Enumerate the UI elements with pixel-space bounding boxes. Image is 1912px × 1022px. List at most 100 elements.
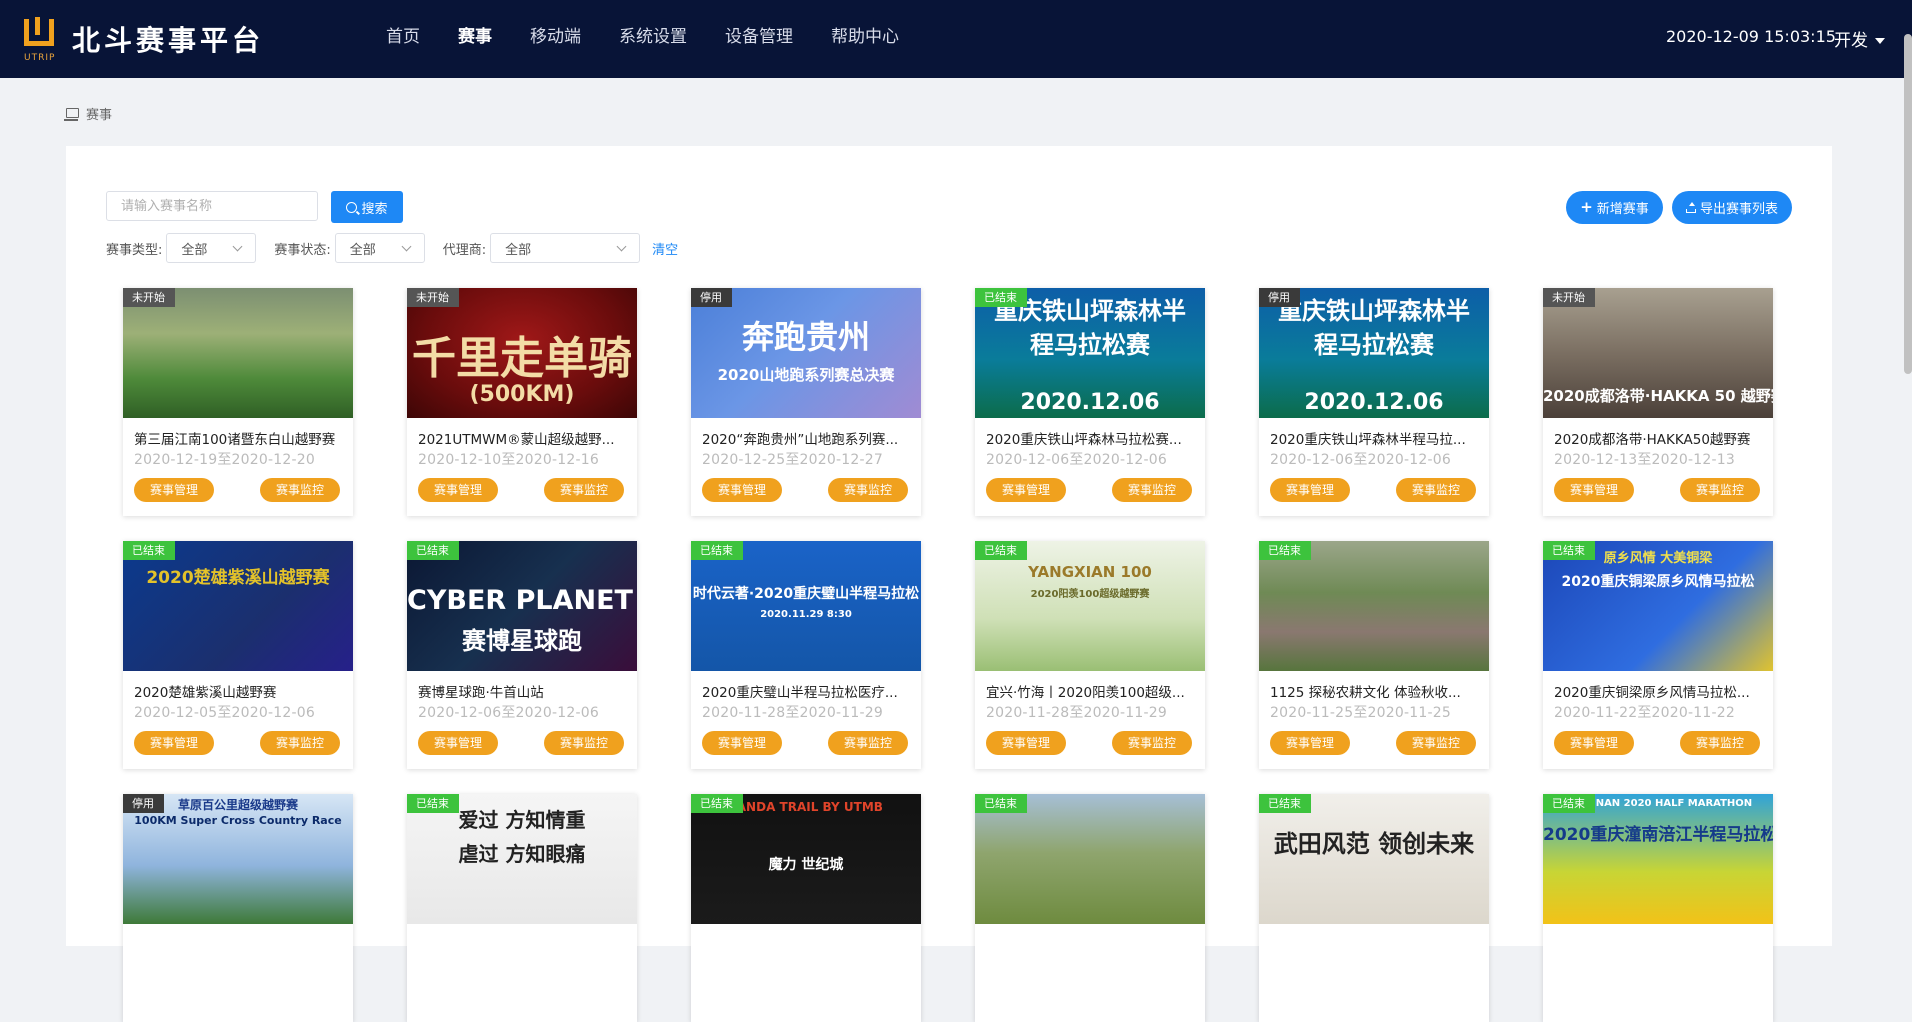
event-cover-image[interactable]: 已结束 武田风范 领创未来 [1259,794,1489,924]
event-cover-image[interactable]: 已结束 时代云著·2020重庆璧山半程马拉松 2020.11.29 8:30 [691,541,921,671]
agent-value: 全部 [505,242,532,258]
status-badge: 已结束 [123,541,175,560]
chevron-down-icon [401,241,412,251]
event-manage-button[interactable]: 赛事管理 [1554,731,1634,755]
clear-filters-link[interactable]: 清空 [652,239,678,258]
event-monitor-button[interactable]: 赛事监控 [544,731,624,755]
status-badge: 已结束 [975,541,1027,560]
event-cover-image[interactable]: 已结束 2020楚雄紫溪山越野赛 [123,541,353,671]
event-cover-image[interactable]: 未开始 2020成都洛带·HAKKA 50 越野赛 [1543,288,1773,418]
event-manage-button[interactable]: 赛事管理 [702,478,782,502]
event-name: 赛博星球跑·牛首山站 [418,685,544,701]
nav-item-5[interactable]: 帮助中心 [812,0,918,78]
nav-item-4[interactable]: 设备管理 [706,0,812,78]
nav-item-1[interactable]: 赛事 [439,0,511,78]
cover-subtitle: 魔力 世纪城 [768,857,844,873]
status-badge: 已结束 [975,288,1027,307]
status-badge: 已结束 [1543,541,1595,560]
event-manage-button[interactable]: 赛事管理 [418,478,498,502]
event-cover-image[interactable]: 已结束 [1259,541,1489,671]
event-manage-button[interactable]: 赛事管理 [702,731,782,755]
event-cover-image[interactable]: 已结束 YANGXIAN 100 2020阳羡100超级越野赛 [975,541,1205,671]
event-card: 已结束 2020楚雄紫溪山越野赛 2020楚雄紫溪山越野赛 2020-12-05至20… [123,541,353,769]
event-card: 停用 草原百公里超级越野赛 100KM Super Cross Country Ra… [123,794,353,1022]
event-cover-image[interactable]: 已结束 [975,794,1205,924]
event-type-select[interactable]: 全部 [166,233,257,263]
event-cover-image[interactable]: 已结束 PANDA TRAIL BY UTMB 魔力 世纪城 [691,794,921,924]
nav-item-0[interactable]: 首页 [367,0,439,78]
event-monitor-button[interactable]: 赛事监控 [1396,731,1476,755]
chevron-down-icon [232,241,243,251]
search-button[interactable]: 搜索 [331,191,403,223]
event-cover-image[interactable]: 已结束 爱过 方知情重 虐过 方知眼痛 [407,794,637,924]
event-manage-button[interactable]: 赛事管理 [134,478,214,502]
event-monitor-button[interactable]: 赛事监控 [1680,478,1760,502]
brand-name: 北斗赛事平台 [72,24,265,57]
event-date: 2020-11-25至2020-11-25 [1270,705,1451,721]
event-date: 2020-12-25至2020-12-27 [702,452,883,468]
agent-label: 代理商: [442,242,487,258]
event-card: 已结束 重庆铁山坪森林半程马拉松赛 2020.12.06 2020重庆铁山坪森林马拉松… [975,288,1205,516]
user-menu[interactable]: 开发 [1834,26,1885,51]
event-card: 已结束 爱过 方知情重 虐过 方知眼痛 [407,794,637,1022]
event-manage-button[interactable]: 赛事管理 [1270,478,1350,502]
event-manage-button[interactable]: 赛事管理 [134,731,214,755]
cover-subtitle: 2020阳羡100超级越野赛 [1030,589,1150,600]
event-type-label: 赛事类型: [106,242,163,258]
event-date: 2020-11-28至2020-11-29 [986,705,1167,721]
cover-title: 奔跑贵州 [741,318,870,356]
status-badge: 已结束 [691,541,743,560]
event-manage-button[interactable]: 赛事管理 [1554,478,1634,502]
event-cover-image[interactable]: 已结束 CYBER PLANET RUN 赛博星球跑 [407,541,637,671]
page-scrollbar[interactable] [1904,34,1912,374]
event-monitor-button[interactable]: 赛事监控 [828,478,908,502]
export-label: 导出赛事列表 [1699,202,1778,217]
event-cover-image[interactable]: 未开始 千里走单骑 (500KM) [407,288,637,418]
current-datetime: 2020-12-09 15:03:15 [1666,27,1836,46]
event-monitor-button[interactable]: 赛事监控 [260,731,340,755]
event-cover-image[interactable]: 已结束 2020重庆铜梁原乡风情马拉松 原乡风情 大美铜梁 [1543,541,1773,671]
event-date: 2020-12-19至2020-12-20 [134,452,315,468]
event-monitor-button[interactable]: 赛事监控 [260,478,340,502]
event-monitor-button[interactable]: 赛事监控 [1680,731,1760,755]
cover-title: 时代云著·2020重庆璧山半程马拉松 [692,586,920,602]
status-badge: 停用 [1259,288,1300,307]
breadcrumb-current[interactable]: 赛事 [86,104,112,123]
cover-title: 2020楚雄紫溪山越野赛 [146,568,330,588]
event-cover-image[interactable]: 未开始 [123,288,353,418]
search-input[interactable] [106,191,318,221]
cover-title: 武田风范 领创未来 [1273,830,1475,858]
agent-select[interactable]: 全部 [490,233,641,263]
cover-subtitle: 2020.12.06 [1020,390,1160,415]
event-cover-image[interactable]: 停用 草原百公里超级越野赛 100KM Super Cross Country Ra… [123,794,353,924]
event-status-value: 全部 [349,242,376,258]
event-name: 2020重庆铁山坪森林半程马拉... [1270,432,1466,448]
event-cover-image[interactable]: 已结束 2020重庆潼南涪江半程马拉松 TONGNAN 2020 HALF MARA… [1543,794,1773,924]
event-manage-button[interactable]: 赛事管理 [418,731,498,755]
event-status-select[interactable]: 全部 [334,233,425,263]
event-card: 未开始 第三届江南100诸暨东白山越野赛 2020-12-19至2020-12-20… [123,288,353,516]
event-cover-image[interactable]: 停用 奔跑贵州 2020山地跑系列赛总决赛 [691,288,921,418]
event-monitor-button[interactable]: 赛事监控 [828,731,908,755]
cover-title: YANGXIAN 100 [1028,563,1152,581]
event-name: 2020重庆璧山半程马拉松医疗... [702,685,898,701]
event-cover-image[interactable]: 停用 重庆铁山坪森林半程马拉松赛 2020.12.06 [1259,288,1489,418]
upload-icon [1685,202,1696,213]
event-status-label: 赛事状态: [274,242,331,258]
event-monitor-button[interactable]: 赛事监控 [1112,478,1192,502]
cover-subtitle: 100KM Super Cross Country Race [134,814,342,827]
event-monitor-button[interactable]: 赛事监控 [1396,478,1476,502]
caret-down-icon [1875,38,1885,44]
event-manage-button[interactable]: 赛事管理 [986,478,1066,502]
event-cover-image[interactable]: 已结束 重庆铁山坪森林半程马拉松赛 2020.12.06 [975,288,1205,418]
nav-item-2[interactable]: 移动端 [511,0,600,78]
export-event-list-button[interactable]: 导出赛事列表 [1672,191,1792,224]
event-manage-button[interactable]: 赛事管理 [986,731,1066,755]
cover-subtitle: 2020.12.06 [1304,390,1444,415]
event-card: 未开始 2020成都洛带·HAKKA 50 越野赛 2020成都洛带·HAKKA50… [1543,288,1773,516]
nav-item-3[interactable]: 系统设置 [600,0,706,78]
add-event-button[interactable]: + 新增赛事 [1566,191,1663,224]
event-monitor-button[interactable]: 赛事监控 [544,478,624,502]
event-manage-button[interactable]: 赛事管理 [1270,731,1350,755]
event-monitor-button[interactable]: 赛事监控 [1112,731,1192,755]
